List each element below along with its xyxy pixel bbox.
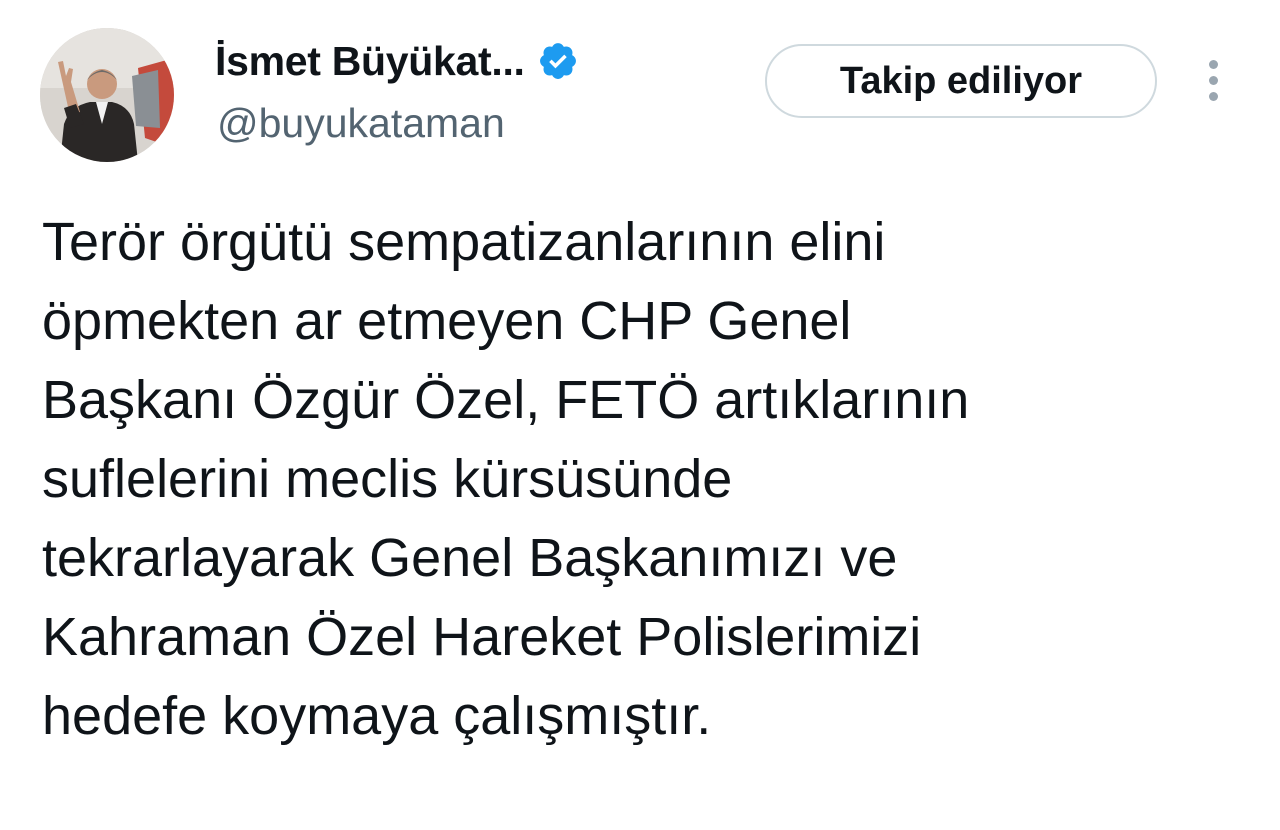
tweet-text: Terör örgütü sempatizanlarının elini öpm… (42, 203, 1242, 756)
tweet-text-line: Terör örgütü sempatizanlarının elini (42, 212, 886, 272)
tweet-card: İsmet Büyükat... @buyukataman Takip edil… (0, 0, 1280, 830)
following-button[interactable]: Takip ediliyor (765, 44, 1157, 118)
tweet-text-line: suflelerini meclis kürsüsünde (42, 449, 733, 509)
tweet-text-line: Kahraman Özel Hareket Polislerimizi (42, 607, 922, 667)
tweet-text-line: öpmekten ar etmeyen CHP Genel (42, 291, 852, 351)
tweet-text-line: tekrarlayarak Genel Başkanımızı ve (42, 528, 898, 588)
more-dot (1209, 92, 1218, 101)
more-dot (1209, 60, 1218, 69)
author-handle[interactable]: @buyukataman (217, 100, 505, 147)
tweet-text-line: Başkanı Özgür Özel, FETÖ artıklarının (42, 370, 970, 430)
author-display-name[interactable]: İsmet Büyükat... (215, 38, 525, 85)
more-dot (1209, 76, 1218, 85)
more-vertical-icon[interactable] (1200, 58, 1230, 104)
author-name-row: İsmet Büyükat... (215, 30, 579, 92)
tweet-text-line: hedefe koymaya çalışmıştır. (42, 686, 712, 746)
verified-badge-icon (537, 40, 579, 82)
avatar-photo (40, 28, 174, 162)
author-avatar[interactable] (40, 28, 174, 162)
